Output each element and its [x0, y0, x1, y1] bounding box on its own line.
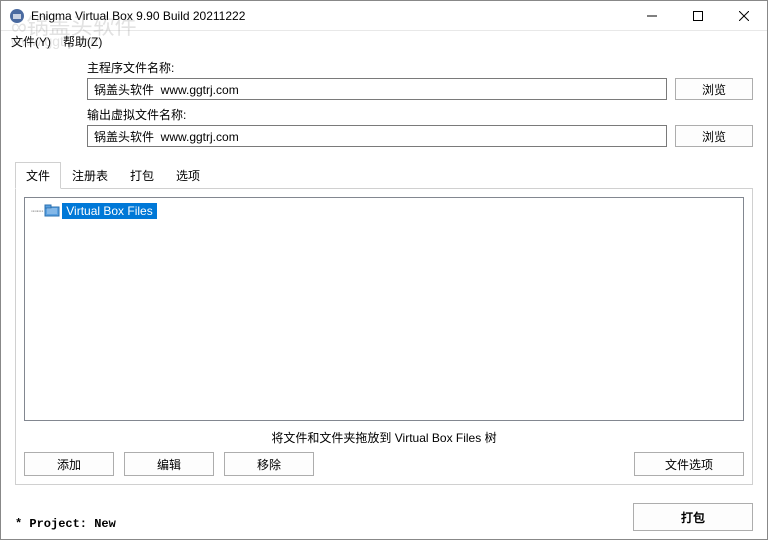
maximize-button[interactable] [675, 1, 721, 30]
tree-root-row[interactable]: ┈┈ Virtual Box Files [31, 202, 737, 220]
content-area: 主程序文件名称: 浏览 输出虚拟文件名称: 浏览 文件 注册表 打包 选项 ┈┈ [1, 51, 767, 495]
menubar: 文件(Y) 帮助(Z) [1, 31, 767, 51]
app-window: ∞锅盖头软件 www.ggtrj.com Enigma Virtual Box … [0, 0, 768, 540]
output-file-row: 浏览 [15, 125, 753, 147]
status-area: * Project: New 打包 [1, 495, 767, 539]
file-buttons-row: 添加 编辑 移除 文件选项 [24, 452, 744, 476]
tab-registry[interactable]: 注册表 [61, 162, 119, 189]
tab-panel-files: ┈┈ Virtual Box Files 将文件和文件夹拖放到 Virtual … [15, 189, 753, 485]
tab-options[interactable]: 选项 [165, 162, 211, 189]
file-tree[interactable]: ┈┈ Virtual Box Files [24, 197, 744, 421]
titlebar: Enigma Virtual Box 9.90 Build 20211222 [1, 1, 767, 31]
tabs-area: 文件 注册表 打包 选项 ┈┈ Virtual Box Files 将文件和文件… [15, 161, 753, 485]
window-title: Enigma Virtual Box 9.90 Build 20211222 [31, 9, 629, 23]
menu-file[interactable]: 文件(Y) [5, 31, 57, 52]
close-button[interactable] [721, 1, 767, 30]
drop-hint: 将文件和文件夹拖放到 Virtual Box Files 树 [24, 421, 744, 452]
browse-main-button[interactable]: 浏览 [675, 78, 753, 100]
pack-button[interactable]: 打包 [633, 503, 753, 531]
tab-strip: 文件 注册表 打包 选项 [15, 161, 753, 189]
main-file-input[interactable] [87, 78, 667, 100]
remove-button[interactable]: 移除 [224, 452, 314, 476]
output-file-input[interactable] [87, 125, 667, 147]
main-file-label: 主程序文件名称: [87, 57, 753, 78]
file-options-button[interactable]: 文件选项 [634, 452, 744, 476]
main-file-row: 浏览 [15, 78, 753, 100]
output-file-label: 输出虚拟文件名称: [87, 104, 753, 125]
minimize-button[interactable] [629, 1, 675, 30]
edit-button[interactable]: 编辑 [124, 452, 214, 476]
tree-connector-icon: ┈┈ [31, 205, 42, 218]
project-status: * Project: New [15, 517, 633, 531]
folder-tree-icon [44, 204, 60, 218]
window-controls [629, 1, 767, 30]
add-button[interactable]: 添加 [24, 452, 114, 476]
tree-root-label: Virtual Box Files [62, 203, 156, 219]
app-icon [9, 8, 25, 24]
button-spacer [324, 452, 624, 476]
tab-pack[interactable]: 打包 [119, 162, 165, 189]
tab-files[interactable]: 文件 [15, 162, 61, 189]
browse-output-button[interactable]: 浏览 [675, 125, 753, 147]
menu-help[interactable]: 帮助(Z) [57, 31, 108, 52]
